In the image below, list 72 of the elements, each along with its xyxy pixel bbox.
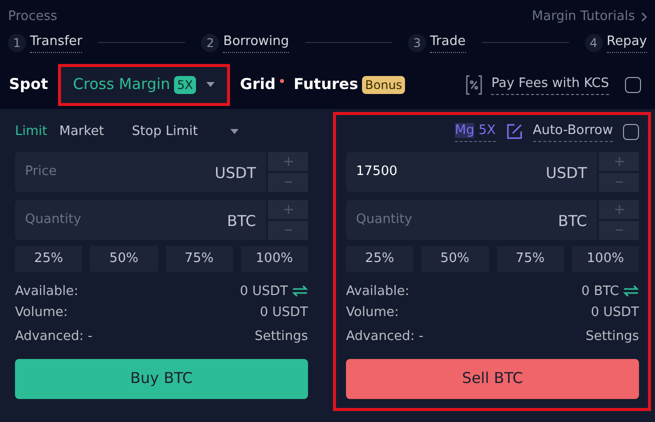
step-label[interactable]: Borrowing [223, 32, 290, 53]
step-label[interactable]: Repay [606, 32, 647, 53]
plus-icon [284, 156, 292, 166]
step-number: 4 [584, 34, 603, 52]
product-tab[interactable]: Spot [9, 64, 48, 106]
percent-button[interactable]: 75% [496, 246, 564, 272]
tab-badge: 5X [174, 76, 196, 94]
minus-icon [616, 181, 622, 183]
order-type-tab[interactable]: Limit [15, 122, 48, 142]
process-title: Process [8, 8, 58, 26]
percent-button[interactable]: 50% [90, 246, 158, 272]
percent-button[interactable]: 75% [166, 246, 233, 272]
minus-icon [616, 229, 622, 231]
unit-label: BTC [558, 210, 587, 232]
available-label: Available: [346, 282, 410, 300]
unit-label: USDT [214, 162, 256, 184]
advanced-label: Advanced: - [346, 328, 424, 346]
minus-icon [284, 229, 292, 231]
pay-fees-checkbox[interactable] [625, 76, 641, 92]
auto-borrow-checkbox[interactable] [623, 124, 639, 140]
pay-fees-label: Pay Fees with KCS [491, 74, 609, 95]
sell-button[interactable]: Sell BTC [346, 358, 639, 398]
tutorials-link[interactable]: Margin Tutorials [532, 7, 635, 26]
buy-button[interactable]: Buy BTC [15, 358, 308, 398]
settings-link[interactable]: Settings [586, 326, 639, 346]
available-label: Available: [15, 282, 78, 300]
auto-borrow-label: Auto-Borrow [532, 121, 613, 142]
increment-button[interactable] [268, 200, 308, 218]
decrement-button[interactable] [599, 220, 639, 240]
increment-button[interactable] [599, 200, 639, 218]
percent-button[interactable]: 100% [240, 246, 308, 272]
volume-label: Volume: [346, 304, 399, 322]
order-type-tab[interactable]: Stop Limit [132, 122, 198, 142]
step-number: 1 [8, 34, 26, 52]
product-tab[interactable]: Grid [240, 64, 284, 106]
increment-button[interactable] [599, 152, 639, 170]
plus-icon [614, 204, 624, 214]
advanced-label: Advanced: - [15, 328, 92, 346]
fee-percent-icon [465, 74, 484, 96]
step-label[interactable]: Transfer [30, 32, 82, 53]
product-tab[interactable]: Cross Margin 5X [58, 64, 230, 106]
percent-button[interactable]: 100% [572, 246, 639, 272]
settings-link[interactable]: Settings [254, 326, 308, 346]
caret-icon[interactable] [230, 129, 239, 134]
margin-leverage-label[interactable]: Mg 5X [454, 121, 496, 142]
volume-label: Volume: [15, 304, 68, 322]
minus-icon [284, 181, 292, 183]
tab-badge: Bonus [362, 76, 406, 94]
plus-icon [284, 204, 292, 214]
order-type-tab[interactable]: Market [59, 122, 104, 142]
chevron-right-icon[interactable] [641, 12, 647, 22]
volume-value: 0 USDT [260, 304, 308, 322]
decrement-button[interactable] [599, 172, 639, 192]
decrement-button[interactable] [268, 220, 308, 240]
unit-label: BTC [226, 210, 256, 232]
percent-button[interactable]: 25% [346, 246, 414, 272]
increment-button[interactable] [268, 152, 308, 170]
decrement-button[interactable] [268, 172, 308, 192]
available-value: 0 USDT [240, 282, 288, 300]
transfer-icon[interactable] [292, 285, 308, 297]
step-number: 3 [408, 34, 426, 52]
volume-value: 0 USDT [590, 304, 639, 322]
transfer-icon[interactable] [623, 285, 639, 297]
edit-icon[interactable] [506, 123, 523, 140]
percent-button[interactable]: 25% [15, 246, 82, 272]
available-value: 0 BTC [581, 282, 619, 300]
step-label[interactable]: Trade [430, 32, 466, 53]
plus-icon [614, 156, 624, 166]
step-number: 2 [201, 34, 220, 52]
percent-button[interactable]: 50% [421, 246, 488, 272]
product-tab[interactable]: Futures Bonus [294, 64, 406, 106]
unit-label: USDT [546, 162, 587, 184]
